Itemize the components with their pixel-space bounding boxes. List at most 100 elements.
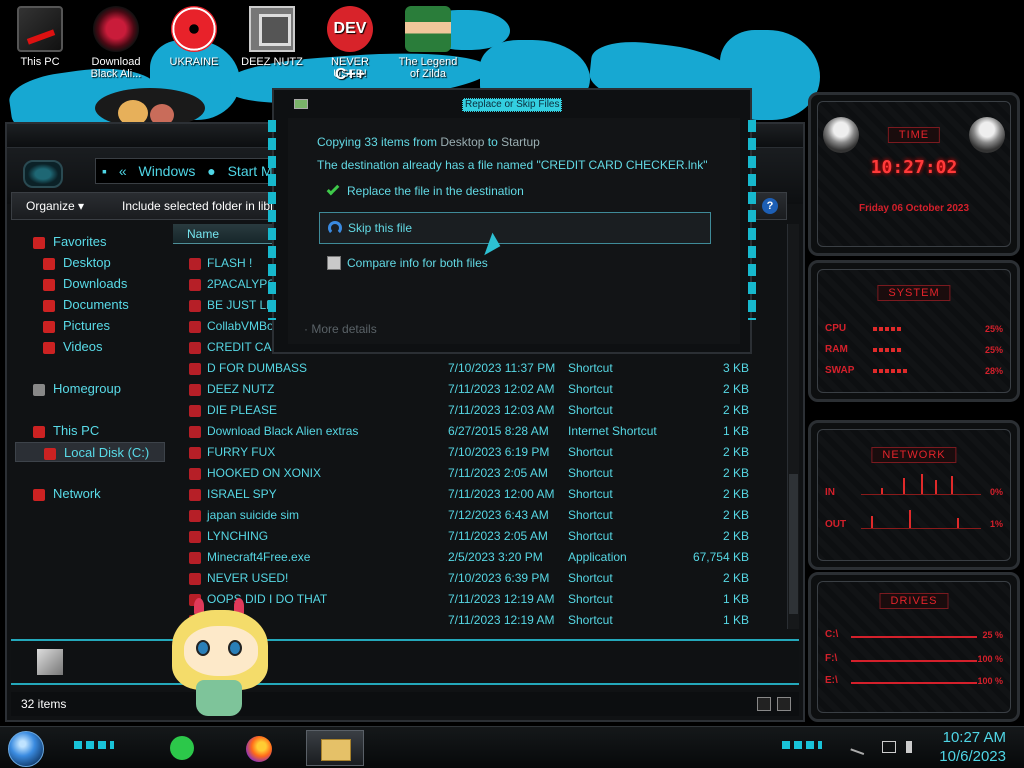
cartoon-sticker-eye <box>228 640 242 656</box>
file-row[interactable]: OOPS DID I DO THAT 7/11/2023 12:19 AM Shor… <box>183 589 753 610</box>
taskbar-decoration <box>74 741 114 749</box>
help-icon[interactable]: ? <box>762 198 778 214</box>
skip-arrow-icon <box>328 221 342 235</box>
desktop-icon-download-black-alien[interactable]: Download Black Ali... <box>84 6 148 80</box>
replace-file-option[interactable]: Replace the file in the destination <box>319 176 711 208</box>
volume-icon[interactable] <box>906 741 920 753</box>
nav-documents[interactable]: Documents <box>43 295 129 315</box>
taskbar-clock[interactable]: 10:27 AM 10/6/2023 <box>939 728 1006 766</box>
cartoon-sticker-dress <box>196 680 242 716</box>
option-label: Compare info for both files <box>347 256 488 270</box>
net-out-value: 1% <box>989 519 1003 529</box>
skip-file-option[interactable]: Skip this file <box>319 212 711 244</box>
vertical-scrollbar[interactable] <box>787 224 799 629</box>
status-bar: 32 items <box>11 692 799 716</box>
more-details-toggle[interactable]: · More details <box>304 322 377 336</box>
file-name: DIE PLEASE <box>207 403 278 417</box>
desktop-icon-never-used[interactable]: DEV C++ NEVER USED! <box>318 6 382 83</box>
net-in-graph <box>861 469 981 495</box>
nav-homegroup[interactable]: Homegroup <box>33 379 121 399</box>
desktop-icon-label: This PC <box>20 56 60 68</box>
shortcut-icon <box>189 489 201 501</box>
cpu-label: CPU <box>825 323 847 334</box>
taskbar-spotify-button[interactable] <box>150 730 208 766</box>
nav-videos[interactable]: Videos <box>43 337 103 357</box>
file-size: 1 KB <box>722 592 749 606</box>
file-type: Shortcut <box>568 466 613 480</box>
nav-label: Homegroup <box>53 381 121 396</box>
nav-downloads[interactable]: Downloads <box>43 274 127 294</box>
file-size: 2 KB <box>722 445 749 459</box>
pixel-character-icon <box>405 6 451 52</box>
nav-desktop[interactable]: Desktop <box>43 253 111 273</box>
ram-value: 25% <box>984 345 1003 355</box>
nav-favorites[interactable]: Favorites <box>33 232 106 252</box>
application-icon <box>189 552 201 564</box>
file-name: DEEZ NUTZ <box>207 382 275 396</box>
drive-c-label: C:\ <box>825 629 839 640</box>
nav-label: Favorites <box>53 234 107 249</box>
swap-bar <box>873 369 907 373</box>
file-row[interactable]: ISRAEL SPY 7/11/2023 12:00 AM Shortcut 2 KB <box>183 484 753 505</box>
back-forward-icon[interactable] <box>23 160 63 188</box>
file-row[interactable]: NEVER USED! 7/10/2023 6:39 PM Shortcut 2 KB <box>183 568 753 589</box>
file-row[interactable]: Minecraft4Free.exe 2/5/2023 3:20 PM Applic… <box>183 547 753 568</box>
shortcut-icon <box>189 531 201 543</box>
large-icons-view-icon[interactable] <box>777 697 791 711</box>
file-row[interactable]: DIE PLEASE 7/11/2023 12:03 AM Shortcut 2 KB <box>183 400 753 421</box>
address-bar[interactable]: ▪ « Windows ● Start M <box>95 158 285 184</box>
desktop-icon-this-pc[interactable]: This PC <box>8 6 72 68</box>
file-explorer-icon <box>321 739 351 761</box>
taskbar-firefox-button[interactable] <box>228 730 286 766</box>
file-row[interactable]: D FOR DUMBASS 7/10/2023 11:37 PM Shortcut 3… <box>183 358 753 379</box>
file-size: 2 KB <box>722 508 749 522</box>
net-out-label: OUT <box>825 519 847 530</box>
file-type: Internet Shortcut <box>568 424 657 438</box>
breadcrumb-windows[interactable]: Windows <box>139 163 196 179</box>
desktop-icon-deez-nutz[interactable]: DEEZ NUTZ <box>240 6 304 68</box>
show-hidden-icons-icon[interactable] <box>850 738 868 756</box>
file-type: Shortcut <box>568 529 613 543</box>
taskbar-explorer-button[interactable] <box>306 730 364 766</box>
alien-icon <box>93 6 139 52</box>
file-size: 2 KB <box>722 382 749 396</box>
file-row[interactable]: LYNCHING 7/11/2023 2:05 AM Shortcut 2 KB <box>183 526 753 547</box>
nav-this-pc[interactable]: This PC <box>33 421 99 441</box>
file-type: Application <box>568 550 627 564</box>
destination-folder-link[interactable]: Startup <box>501 135 540 149</box>
scrollbar-thumb[interactable] <box>789 474 798 614</box>
file-row[interactable]: FURRY FUX 7/10/2023 6:19 PM Shortcut 2 KB <box>183 442 753 463</box>
details-view-icon[interactable] <box>757 697 771 711</box>
nav-pictures[interactable]: Pictures <box>43 316 110 336</box>
network-tray-icon[interactable] <box>882 741 896 753</box>
windows-stack-icon <box>249 6 295 52</box>
address-chevron[interactable]: « <box>119 163 127 179</box>
desktop-icon-ukraine[interactable]: UKRAINE <box>162 6 226 68</box>
file-row[interactable]: Download Black Alien extras 6/27/2015 8:2… <box>183 421 753 442</box>
file-date: 7/11/2023 12:19 AM <box>448 613 555 627</box>
file-row[interactable]: DEEZ NUTZ 7/11/2023 12:02 AM Shortcut 2 KB <box>183 379 753 400</box>
swap-label: SWAP <box>825 365 855 376</box>
organize-button[interactable]: Organize ▾ <box>26 193 84 219</box>
file-date: 2/5/2023 3:20 PM <box>448 550 543 564</box>
ram-bar <box>873 348 903 352</box>
file-row[interactable]: japan suicide sim 7/12/2023 6:43 AM Shortc… <box>183 505 753 526</box>
replace-or-skip-dialog[interactable]: Replace or Skip Files Copying 33 items f… <box>268 88 756 354</box>
graph-spike <box>871 516 873 528</box>
file-row[interactable]: HOOKED ON XONIX 7/11/2023 2:05 AM Shortcut… <box>183 463 753 484</box>
file-row[interactable]: 7/11/2023 12:19 AM Shortcut 1 KB <box>183 610 753 631</box>
taskbar: 10:27 AM 10/6/2023 <box>0 726 1024 768</box>
file-type: Shortcut <box>568 613 613 627</box>
start-button[interactable] <box>8 731 44 767</box>
compare-files-option[interactable]: Compare info for both files <box>319 248 711 280</box>
include-in-library-button[interactable]: Include selected folder in libra <box>122 193 281 219</box>
file-name: D FOR DUMBASS <box>207 361 308 375</box>
navigation-pane: Favorites Desktop Downloads Documents Pi… <box>11 224 167 629</box>
nav-local-disk[interactable]: Local Disk (C:) <box>15 442 165 462</box>
breadcrumb-start-menu[interactable]: Start M <box>228 163 273 179</box>
desktop-icon-legend-of-zilda[interactable]: The Legend of Zilda <box>396 6 460 80</box>
shortcut-icon <box>189 447 201 459</box>
source-folder-link[interactable]: Desktop <box>440 135 484 149</box>
file-size: 2 KB <box>722 487 749 501</box>
nav-network[interactable]: Network <box>33 484 101 504</box>
